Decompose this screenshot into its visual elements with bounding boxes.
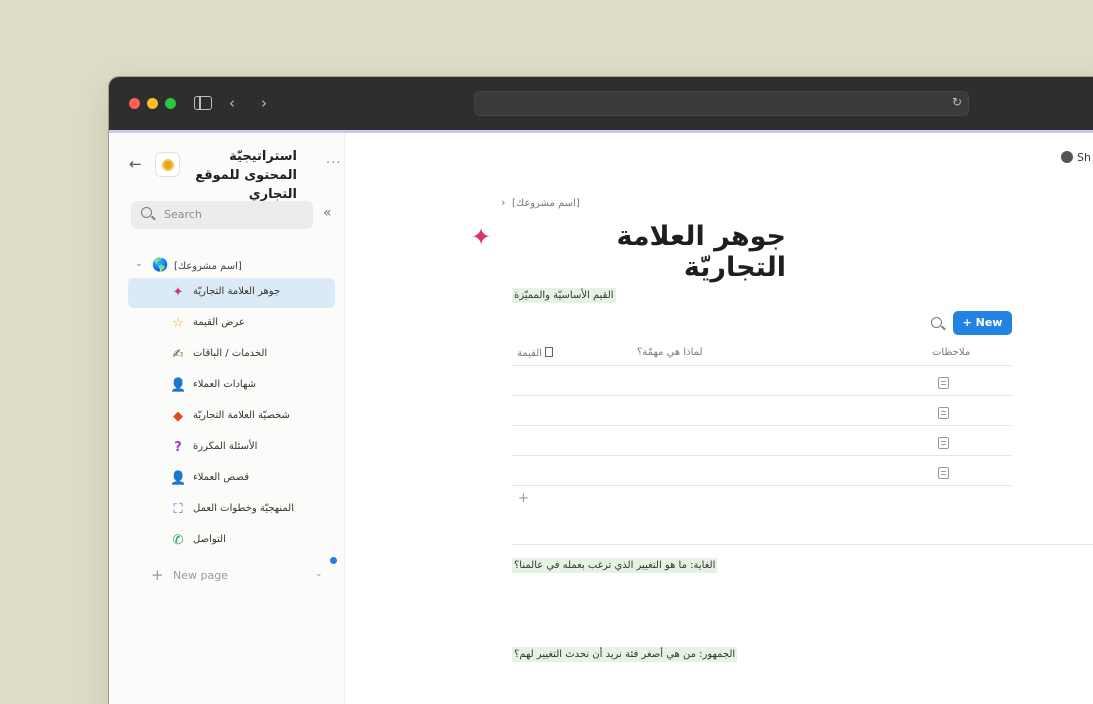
table-row-divider — [512, 365, 1012, 366]
close-window-button[interactable] — [129, 98, 140, 109]
table-row-divider — [512, 485, 1012, 486]
sparkle-icon[interactable]: ✦ — [471, 223, 491, 251]
search-icon[interactable] — [931, 317, 942, 328]
star-icon: ☆ — [172, 316, 184, 331]
maximize-window-button[interactable] — [165, 98, 176, 109]
workspace-logo — [155, 152, 180, 177]
back-arrow-icon[interactable]: ← — [129, 155, 142, 173]
sidebar-toggle-icon[interactable] — [194, 96, 212, 110]
note-icon[interactable] — [938, 467, 949, 479]
section-divider — [512, 544, 1093, 545]
add-row-button[interactable]: + — [518, 491, 529, 506]
person-icon: 👤 — [170, 378, 187, 393]
frame-icon: ⛶ — [173, 502, 183, 517]
reload-icon[interactable]: ↻ — [952, 95, 962, 109]
forward-arrow-icon[interactable]: › — [261, 93, 267, 113]
sparkle-icon: ✦ — [172, 285, 184, 300]
page-content: Sh › [اسم مشروعك] ✦ جوهر العلامة التجاري… — [346, 133, 1093, 704]
diamond-icon: ◆ — [173, 409, 183, 424]
browser-window: ‹ › ↻ ← استراتيجيّة المحتوى للموقع التجا… — [109, 77, 1093, 704]
search-icon — [141, 207, 152, 218]
sidebar: ← استراتيجيّة المحتوى للموقع التجاري ···… — [109, 133, 345, 704]
sidebar-item-label: قصص العملاء — [193, 472, 249, 483]
sidebar-root-project[interactable]: ⌄ 🌎 [اسم مشروعك] — [131, 257, 331, 279]
browser-titlebar: ‹ › ↻ — [109, 77, 1093, 130]
workspace-title[interactable]: استراتيجيّة المحتوى للموقع التجاري — [187, 147, 297, 204]
notification-dot — [330, 557, 337, 564]
new-page-label: New page — [173, 569, 228, 582]
table-row-divider — [512, 455, 1012, 456]
plus-icon: + — [151, 566, 164, 584]
chevron-down-icon[interactable]: ⌄ — [315, 569, 323, 579]
more-options-icon[interactable]: ··· — [326, 156, 341, 171]
workspace-logo-icon — [161, 158, 174, 171]
address-bar[interactable]: ↻ — [474, 91, 969, 116]
table-row-divider — [512, 395, 1012, 396]
breadcrumb[interactable]: [اسم مشروعك] — [512, 198, 580, 209]
table-row-divider — [512, 425, 1012, 426]
database-title[interactable]: القيم الأساسيّة والمميّزة — [512, 288, 616, 303]
column-header-notes[interactable]: ملاحظات — [932, 347, 970, 358]
new-record-button[interactable]: + New — [953, 311, 1012, 335]
sidebar-item-customer-stories[interactable]: 👤 قصص العملاء — [128, 464, 335, 494]
sidebar-item-label: المنهجيّة وخطوات العمل — [193, 503, 295, 514]
sidebar-item-label: عرض القيمة — [193, 317, 245, 328]
sidebar-item-label: جوهر العلامة التجاريّة — [193, 286, 281, 297]
sidebar-item-label: الخدمات / الباقات — [193, 348, 268, 359]
globe-icon: 🌎 — [152, 258, 169, 273]
page-title[interactable]: جوهر العلامة التجاريّة — [511, 221, 786, 283]
sidebar-root-label: [اسم مشروعك] — [174, 261, 242, 272]
search-placeholder: Search — [164, 208, 202, 221]
bookmark-icon — [545, 347, 554, 357]
phone-icon: ✆ — [172, 533, 184, 548]
sidebar-item-brand-personality[interactable]: ◆ شخصيّة العلامة التجاريّة — [128, 402, 335, 432]
audience-question[interactable]: الجمهور: من هي أصغر فئة نريد أن نحدث الت… — [512, 647, 738, 662]
globe-icon — [1061, 151, 1073, 163]
question-mark-icon: ? — [174, 440, 182, 455]
share-button[interactable]: Sh — [1061, 151, 1091, 164]
note-icon[interactable] — [938, 407, 949, 419]
notion-app: ← استراتيجيّة المحتوى للموقع التجاري ···… — [109, 130, 1093, 704]
sidebar-item-label: الأسئلة المكررة — [193, 441, 258, 452]
sidebar-item-label: شهادات العملاء — [193, 379, 256, 390]
person-icon: 👤 — [170, 471, 187, 486]
sidebar-item-faq[interactable]: ? الأسئلة المكررة — [128, 433, 335, 463]
chevron-right-icon: › — [501, 196, 506, 209]
sidebar-item-testimonials[interactable]: 👤 شهادات العملاء — [128, 371, 335, 401]
sidebar-item-label: شخصيّة العلامة التجاريّة — [193, 410, 290, 421]
back-arrow-icon[interactable]: ‹ — [229, 93, 235, 113]
purpose-question[interactable]: الغاية: ما هو التغيير الذي ترغب بعمله في… — [512, 558, 718, 573]
column-header-why[interactable]: لماذا هي مهمّة؟ — [637, 347, 703, 358]
sidebar-item-methodology[interactable]: ⛶ المنهجيّة وخطوات العمل — [128, 495, 335, 525]
chevron-down-icon[interactable]: ⌄ — [135, 259, 143, 269]
sidebar-item-label: التواصل — [193, 534, 226, 545]
sidebar-item-value-proposition[interactable]: ☆ عرض القيمة — [128, 309, 335, 339]
new-page-button[interactable]: + New page ⌄ — [151, 566, 327, 588]
minimize-window-button[interactable] — [147, 98, 158, 109]
collapse-sidebar-icon[interactable]: « — [323, 205, 332, 221]
writing-hand-icon: ✍ — [172, 347, 184, 362]
note-icon[interactable] — [938, 437, 949, 449]
note-icon[interactable] — [938, 377, 949, 389]
column-header-value[interactable]: القيمة — [517, 347, 554, 359]
sidebar-item-services[interactable]: ✍ الخدمات / الباقات — [128, 340, 335, 370]
search-input[interactable]: Search — [131, 201, 313, 229]
sidebar-item-contact[interactable]: ✆ التواصل — [128, 526, 335, 556]
sidebar-item-brand-core[interactable]: ✦ جوهر العلامة التجاريّة — [128, 278, 335, 308]
